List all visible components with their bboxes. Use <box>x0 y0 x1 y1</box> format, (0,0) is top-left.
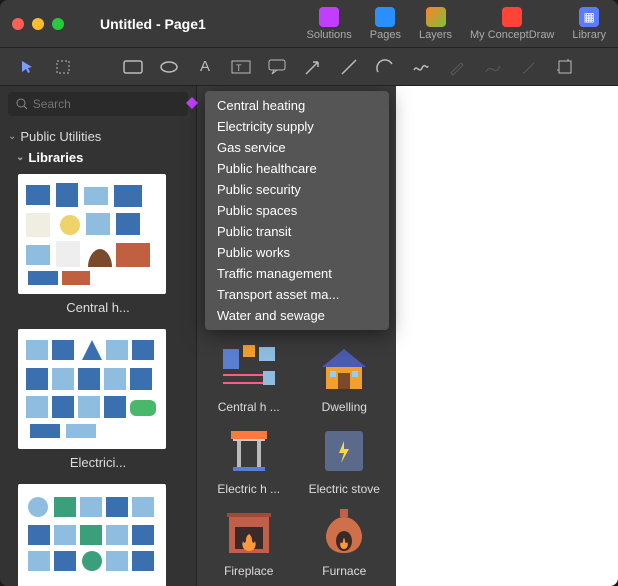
toolbar: A T <box>0 48 618 86</box>
pen-tool[interactable] <box>442 54 472 80</box>
ellipse-tool[interactable] <box>154 54 184 80</box>
window-controls <box>12 18 64 30</box>
canvas[interactable] <box>396 86 618 586</box>
rect-tool[interactable] <box>118 54 148 80</box>
sidebar: ⌄Public Utilities ⌄Libraries Central <box>0 86 196 586</box>
zoom-icon[interactable] <box>52 18 64 30</box>
crop-tool[interactable] <box>550 54 580 80</box>
stencil-label: Central h ... <box>203 400 295 414</box>
stencil-icon <box>312 422 376 478</box>
line-tool[interactable] <box>334 54 364 80</box>
pages-icon <box>375 7 395 27</box>
stencil-label: Electric h ... <box>203 482 295 496</box>
titlebar: Untitled - Page1 Solutions Pages Layers … <box>0 0 618 48</box>
dropdown-option[interactable]: Electricity supply <box>205 116 389 137</box>
textbox-tool[interactable]: T <box>226 54 256 80</box>
stencil-electric-heater[interactable]: Electric h ... <box>203 422 295 496</box>
dropdown-option[interactable]: Traffic management <box>205 263 389 284</box>
nav-pages[interactable]: Pages <box>370 7 401 41</box>
folder-icon <box>502 7 522 27</box>
layers-icon <box>426 7 446 27</box>
stencil-fireplace[interactable]: Fireplace <box>203 504 295 578</box>
stencil-label: Furnace <box>299 564 391 578</box>
tree-root[interactable]: ⌄Public Utilities <box>8 126 188 147</box>
dropdown-option[interactable]: Gas service <box>205 137 389 158</box>
thumb-label: Electrici... <box>18 455 178 470</box>
nav-layers[interactable]: Layers <box>419 7 452 41</box>
stencil-label: Fireplace <box>203 564 295 578</box>
pointer-tool[interactable] <box>12 54 42 80</box>
window-title: Untitled - Page1 <box>100 16 206 32</box>
stencil-icon <box>312 504 376 560</box>
arrow-tool[interactable] <box>298 54 328 80</box>
brush-tool[interactable] <box>514 54 544 80</box>
dropdown-option[interactable]: Public spaces <box>205 200 389 221</box>
stencil-label: Dwelling <box>299 400 391 414</box>
nav-my-conceptdraw[interactable]: My ConceptDraw <box>470 7 554 41</box>
thumb-image <box>18 329 166 449</box>
chevron-down-icon: ⌄ <box>8 131 16 142</box>
dropdown-option[interactable]: Public works <box>205 242 389 263</box>
top-nav: Solutions Pages Layers My ConceptDraw ▦L… <box>307 7 606 41</box>
stencil-central-heating[interactable]: Central h ... <box>203 340 295 414</box>
tree-libraries[interactable]: ⌄Libraries <box>16 147 188 168</box>
stencil-label: Electric stove <box>299 482 391 496</box>
library-thumb[interactable] <box>18 484 178 586</box>
dropdown-option[interactable]: Transport asset ma... <box>205 284 389 305</box>
library-thumb[interactable]: Electrici... <box>18 329 178 470</box>
stencil-furnace[interactable]: Furnace <box>299 504 391 578</box>
select-tool[interactable] <box>48 54 78 80</box>
close-icon[interactable] <box>12 18 24 30</box>
thumb-image <box>18 174 166 294</box>
arc-tool[interactable] <box>370 54 400 80</box>
minimize-icon[interactable] <box>32 18 44 30</box>
svg-text:T: T <box>236 63 242 73</box>
callout-tool[interactable] <box>262 54 292 80</box>
stencil-icon <box>217 340 281 396</box>
dropdown-option[interactable]: Water and sewage <box>205 305 389 326</box>
dropdown-option[interactable]: Public security <box>205 179 389 200</box>
stencil-dwelling[interactable]: Dwelling <box>299 340 391 414</box>
scribble-tool[interactable] <box>406 54 436 80</box>
stencil-icon <box>312 340 376 396</box>
dropdown-option[interactable]: Public transit <box>205 221 389 242</box>
thumb-image <box>18 484 166 586</box>
solutions-small-icon[interactable] <box>185 96 199 110</box>
stencil-icon <box>217 504 281 560</box>
search-icon <box>16 98 27 110</box>
text-tool[interactable]: A <box>190 54 220 80</box>
stencil-panel: Central heating ▾ Central heating Electr… <box>196 86 396 586</box>
search-input[interactable] <box>33 97 180 111</box>
chevron-down-icon: ⌄ <box>16 152 24 163</box>
nav-library[interactable]: ▦Library <box>572 7 606 41</box>
library-thumb[interactable]: Central h... <box>18 174 178 315</box>
solutions-icon <box>319 7 339 27</box>
dropdown-option[interactable]: Central heating <box>205 95 389 116</box>
dropdown-option[interactable]: Public healthcare <box>205 158 389 179</box>
search-bar[interactable] <box>8 92 188 116</box>
stencil-electric-stove[interactable]: Electric stove <box>299 422 391 496</box>
bezier-tool[interactable] <box>478 54 508 80</box>
nav-solutions[interactable]: Solutions <box>307 7 352 41</box>
thumb-label: Central h... <box>18 300 178 315</box>
stencil-icon <box>217 422 281 478</box>
library-icon: ▦ <box>579 7 599 27</box>
library-dropdown: Central heating Electricity supply Gas s… <box>205 91 389 330</box>
